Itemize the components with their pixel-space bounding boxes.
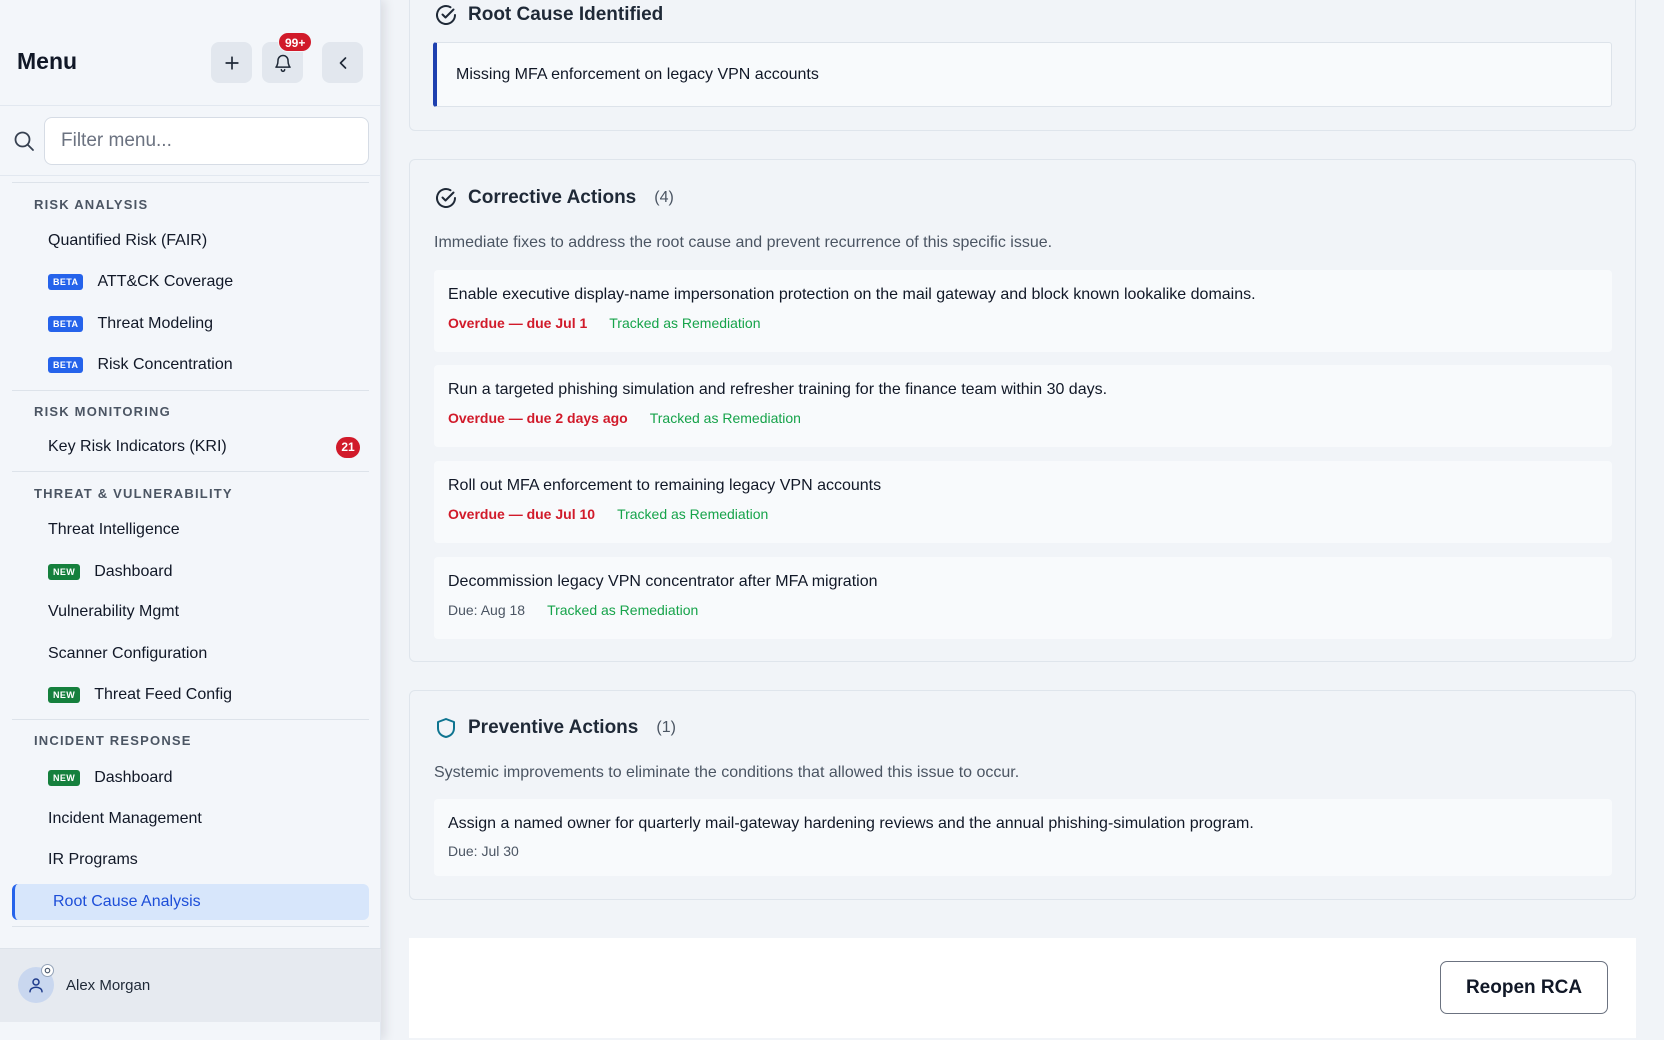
action-text: Roll out MFA enforcement to remaining le… bbox=[448, 477, 882, 494]
new-tag: NEW bbox=[48, 770, 81, 786]
root-cause-text: Missing MFA enforcement on legacy VPN ac… bbox=[433, 42, 1612, 107]
notification-count-badge: 99+ bbox=[278, 32, 313, 52]
sidebar-item-label: Dashboard bbox=[94, 563, 173, 580]
sidebar-header: Menu 99+ bbox=[0, 0, 381, 106]
list-item[interactable]: Run a targeted phishing simulation and r… bbox=[434, 365, 1612, 447]
user-icon bbox=[29, 978, 43, 993]
corrective-actions-count: (4) bbox=[654, 189, 674, 206]
divider bbox=[12, 926, 369, 927]
filter-menu-input[interactable] bbox=[44, 117, 369, 165]
reopen-rca-button[interactable]: Reopen RCA bbox=[1440, 961, 1608, 1014]
action-text: Assign a named owner for quarterly mail-… bbox=[448, 815, 1254, 832]
sidebar-item-threat-modeling[interactable]: BETA Threat Modeling bbox=[48, 310, 213, 338]
due-date: Due: Jul 30 bbox=[448, 843, 519, 859]
settings-gear-icon bbox=[41, 964, 54, 977]
sidebar-item-quantified-risk[interactable]: Quantified Risk (FAIR) bbox=[48, 227, 207, 255]
action-bar: Reopen RCA bbox=[409, 938, 1636, 1038]
sidebar-item-vulnerability-mgmt[interactable]: Vulnerability Mgmt bbox=[48, 598, 179, 626]
tracked-remediation-link[interactable]: Tracked as Remediation bbox=[547, 602, 698, 618]
tracked-remediation-link[interactable]: Tracked as Remediation bbox=[650, 410, 801, 426]
action-meta: Overdue — due Jul 1 Tracked as Remediati… bbox=[448, 315, 760, 331]
beta-tag: BETA bbox=[48, 357, 84, 373]
action-text: Enable executive display-name impersonat… bbox=[448, 286, 1256, 303]
corrective-actions-description: Immediate fixes to address the root caus… bbox=[434, 234, 1053, 251]
corrective-actions-card: Corrective Actions (4) Immediate fixes t… bbox=[409, 159, 1636, 662]
user-footer[interactable]: Alex Morgan bbox=[0, 948, 381, 1022]
action-meta: Overdue — due Jul 10 Tracked as Remediat… bbox=[448, 506, 768, 522]
sidebar-item-attack-coverage[interactable]: BETA ATT&CK Coverage bbox=[48, 268, 233, 296]
corrective-actions-title: Corrective Actions (4) bbox=[434, 186, 674, 210]
root-cause-card: Root Cause Identified Missing MFA enforc… bbox=[409, 0, 1636, 131]
list-item[interactable]: Enable executive display-name impersonat… bbox=[434, 270, 1612, 352]
divider bbox=[12, 182, 369, 183]
sidebar-item-ir-dashboard[interactable]: NEW Dashboard bbox=[48, 764, 172, 792]
divider bbox=[12, 719, 369, 720]
preventive-actions-card: Preventive Actions (1) Systemic improvem… bbox=[409, 690, 1636, 900]
kri-count-badge: 21 bbox=[336, 437, 360, 458]
sidebar-item-label: IR Programs bbox=[48, 851, 138, 868]
beta-tag: BETA bbox=[48, 316, 84, 332]
sidebar-item-risk-concentration[interactable]: BETA Risk Concentration bbox=[48, 351, 233, 379]
sidebar-title: Menu bbox=[17, 48, 78, 74]
sidebar-item-label: Threat Modeling bbox=[97, 315, 214, 332]
preventive-actions-title: Preventive Actions (1) bbox=[434, 716, 676, 740]
sidebar-item-threat-intelligence[interactable]: Threat Intelligence bbox=[48, 516, 180, 544]
sidebar-item-ir-programs[interactable]: IR Programs bbox=[48, 846, 138, 874]
sidebar: Menu 99+ RISK ANALYSIS Quantified Risk (… bbox=[0, 0, 381, 1040]
sidebar-item-root-cause-analysis[interactable]: Root Cause Analysis bbox=[12, 884, 369, 920]
new-tag: NEW bbox=[48, 564, 81, 580]
due-date: Overdue — due Jul 1 bbox=[448, 315, 588, 331]
new-tag: NEW bbox=[48, 687, 81, 703]
sidebar-item-scanner-configuration[interactable]: Scanner Configuration bbox=[48, 640, 207, 668]
root-cause-title: Root Cause Identified bbox=[434, 3, 663, 27]
search-icon bbox=[14, 131, 34, 151]
menu-filter bbox=[0, 106, 381, 176]
bell-icon bbox=[274, 54, 291, 72]
due-date: Overdue — due Jul 10 bbox=[448, 506, 596, 522]
sidebar-item-threat-feed-config[interactable]: NEW Threat Feed Config bbox=[48, 681, 232, 709]
section-threat-vulnerability: THREAT & VULNERABILITY bbox=[34, 486, 233, 501]
action-meta: Due: Jul 30 bbox=[448, 843, 519, 859]
action-text: Run a targeted phishing simulation and r… bbox=[448, 381, 1108, 398]
chevron-left-icon bbox=[339, 56, 346, 69]
sidebar-item-incident-management[interactable]: Incident Management bbox=[48, 805, 202, 833]
sidebar-item-label: Risk Concentration bbox=[97, 356, 233, 373]
action-meta: Due: Aug 18 Tracked as Remediation bbox=[448, 602, 698, 618]
divider bbox=[12, 390, 369, 391]
action-text: Decommission legacy VPN concentrator aft… bbox=[448, 573, 878, 590]
sidebar-item-label: Threat Intelligence bbox=[48, 521, 180, 538]
sidebar-item-label: Incident Management bbox=[48, 810, 202, 827]
section-incident-response: INCIDENT RESPONSE bbox=[34, 733, 192, 748]
tracked-remediation-link[interactable]: Tracked as Remediation bbox=[609, 315, 760, 331]
preventive-actions-description: Systemic improvements to eliminate the c… bbox=[434, 764, 1020, 781]
sidebar-item-tv-dashboard[interactable]: NEW Dashboard bbox=[48, 558, 172, 586]
list-item[interactable]: Roll out MFA enforcement to remaining le… bbox=[434, 461, 1612, 543]
sidebar-item-label: Threat Feed Config bbox=[94, 686, 233, 703]
user-name: Alex Morgan bbox=[66, 977, 151, 994]
section-risk-monitoring: RISK MONITORING bbox=[34, 404, 171, 419]
add-button[interactable] bbox=[211, 42, 252, 83]
collapse-sidebar-button[interactable] bbox=[322, 42, 363, 83]
sidebar-item-kri[interactable]: Key Risk Indicators (KRI) bbox=[48, 433, 227, 461]
tracked-remediation-link[interactable]: Tracked as Remediation bbox=[617, 506, 768, 522]
sidebar-item-label: Key Risk Indicators (KRI) bbox=[48, 438, 227, 455]
sidebar-item-label: Vulnerability Mgmt bbox=[48, 603, 180, 620]
check-circle-icon bbox=[436, 5, 456, 25]
section-risk-analysis: RISK ANALYSIS bbox=[34, 197, 149, 212]
list-item[interactable]: Assign a named owner for quarterly mail-… bbox=[434, 799, 1612, 876]
plus-icon bbox=[224, 55, 239, 70]
preventive-actions-count: (1) bbox=[656, 719, 676, 736]
sidebar-item-label: Scanner Configuration bbox=[48, 645, 208, 662]
check-circle-icon bbox=[436, 188, 456, 208]
shield-icon bbox=[437, 718, 455, 738]
sidebar-item-label: Quantified Risk (FAIR) bbox=[48, 232, 208, 249]
list-item[interactable]: Decommission legacy VPN concentrator aft… bbox=[434, 557, 1612, 639]
action-meta: Overdue — due 2 days ago Tracked as Reme… bbox=[448, 410, 801, 426]
due-date: Overdue — due 2 days ago bbox=[448, 410, 628, 426]
due-date: Due: Aug 18 bbox=[448, 602, 526, 618]
sidebar-item-label: ATT&CK Coverage bbox=[97, 273, 234, 290]
divider bbox=[12, 471, 369, 472]
sidebar-item-label: Dashboard bbox=[94, 769, 173, 786]
beta-tag: BETA bbox=[48, 274, 84, 290]
